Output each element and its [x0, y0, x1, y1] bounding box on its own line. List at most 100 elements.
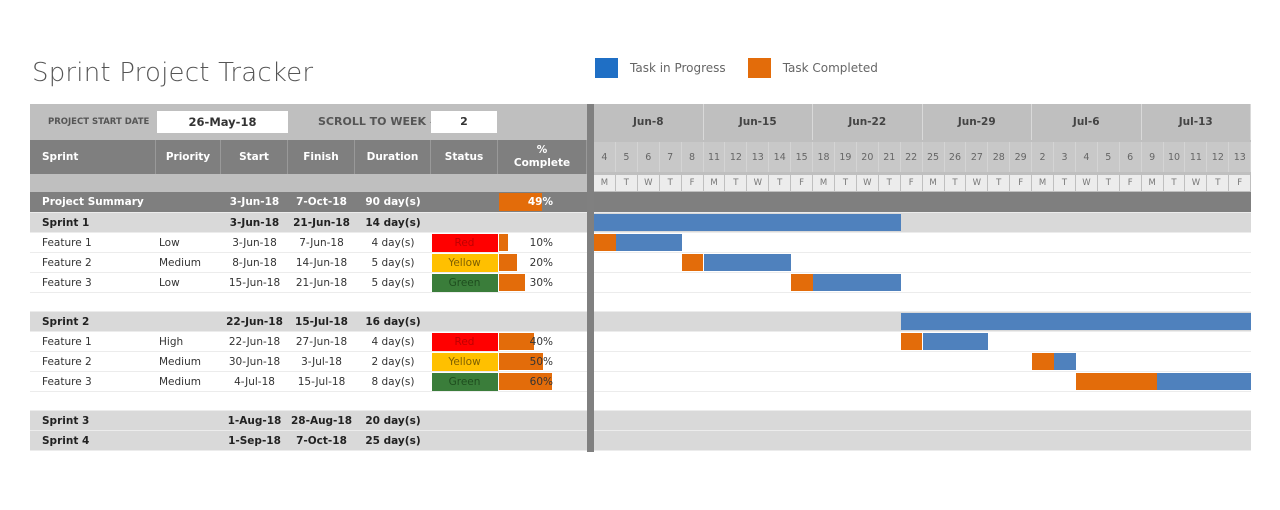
cell-duration: 14 day(s)	[365, 216, 421, 229]
gantt-bar-completed[interactable]	[681, 254, 704, 271]
day-number: 4	[594, 142, 616, 172]
gantt-bar-in-progress[interactable]	[1156, 373, 1251, 390]
day-number: 15	[791, 142, 814, 172]
feat-row[interactable]: Feature 3 Low 15-Jun-18 21-Jun-18 5 day(s) Gr…	[30, 273, 587, 293]
gantt-row	[594, 352, 1251, 372]
pane-divider[interactable]	[587, 104, 594, 452]
gantt-bar-in-progress[interactable]	[922, 333, 989, 350]
day-number: 5	[615, 142, 638, 172]
header-status: Status	[431, 140, 498, 174]
cell-duration: 20 day(s)	[365, 414, 421, 427]
week-header: Jun-8 Jun-15 Jun-22 Jun-29 Jul-6 Jul-13	[594, 104, 1251, 140]
cell-duration: 5 day(s)	[371, 276, 415, 289]
cell-status: Green	[431, 273, 498, 292]
weekday-letter: W	[637, 175, 660, 191]
sprint-row[interactable]: Sprint 4 1-Sep-18 7-Oct-18 25 day(s)	[30, 431, 587, 451]
cell-priority: Low	[159, 276, 180, 289]
pct-complete-value: 10%	[529, 236, 553, 249]
cell-status: Red	[431, 233, 498, 252]
sprint-row[interactable]: Sprint 3 1-Aug-18 28-Aug-18 20 day(s)	[30, 411, 587, 431]
gantt-bar-in-progress[interactable]	[615, 234, 682, 251]
gantt-body	[594, 192, 1251, 451]
cell-duration: 5 day(s)	[371, 256, 415, 269]
status-badge-red[interactable]: Red	[431, 233, 498, 252]
gantt-bar-in-progress[interactable]	[813, 274, 901, 291]
header-duration: Duration	[355, 140, 431, 174]
day-number: 12	[725, 142, 748, 172]
day-number: 4	[1075, 142, 1098, 172]
day-number: 10	[1163, 142, 1186, 172]
cell-status	[431, 411, 498, 430]
sprint-row[interactable]: Sprint 1 3-Jun-18 21-Jun-18 14 day(s)	[30, 213, 587, 233]
gantt-bar-in-progress[interactable]	[594, 214, 901, 231]
day-number: 7	[659, 142, 682, 172]
cell-priority	[156, 312, 221, 331]
cell-sprint: Project Summary	[42, 196, 144, 208]
cell-status: Yellow	[431, 352, 498, 371]
weekday-letter: M	[594, 175, 616, 191]
header-spacer	[30, 174, 587, 192]
legend-label: Task in Progress	[630, 61, 726, 75]
day-number: 21	[878, 142, 901, 172]
weekday-letter: M	[813, 175, 835, 191]
gantt-row	[594, 233, 1251, 253]
cell-sprint: Feature 1	[42, 335, 92, 348]
weekday-letter: T	[615, 175, 638, 191]
page-title: Sprint Project Tracker	[32, 58, 314, 88]
gantt-bar-in-progress[interactable]	[1053, 353, 1076, 370]
cell-finish: 28-Aug-18	[290, 414, 353, 427]
day-number: 13	[1229, 142, 1252, 172]
gantt-bar-completed[interactable]	[1075, 373, 1157, 390]
header-start: Start	[221, 140, 288, 174]
day-number: 12	[1207, 142, 1230, 172]
gantt-bar-in-progress[interactable]	[900, 313, 1251, 330]
cell-priority	[156, 411, 221, 430]
cell-finish: 14-Jun-18	[295, 256, 348, 269]
cell-pct-complete	[498, 213, 587, 232]
task-table: PROJECT START DATE 26-May-18 SCROLL TO W…	[30, 104, 587, 451]
day-number: 29	[1010, 142, 1033, 172]
gantt-bar-in-progress[interactable]	[703, 254, 792, 271]
status-badge-green[interactable]: Green	[431, 372, 498, 391]
status-badge-red[interactable]: Red	[431, 332, 498, 351]
status-badge-yellow[interactable]: Yellow	[431, 253, 498, 272]
feat-row[interactable]: Feature 1 High 22-Jun-18 27-Jun-18 4 day(s) R…	[30, 332, 587, 352]
gantt-bar-completed[interactable]	[594, 234, 616, 251]
weekday-letter: W	[1075, 175, 1098, 191]
cell-pct-complete: 49%	[498, 192, 587, 212]
sprint-row[interactable]: Sprint 2 22-Jun-18 15-Jul-18 16 day(s)	[30, 312, 587, 332]
blank-row	[30, 392, 587, 411]
cell-finish: 15-Jul-18	[297, 375, 346, 388]
weekday-letter: W	[856, 175, 879, 191]
gantt-bar-completed[interactable]	[1032, 353, 1054, 370]
day-number: 28	[988, 142, 1011, 172]
day-number: 9	[1141, 142, 1164, 172]
feat-row[interactable]: Feature 1 Low 3-Jun-18 7-Jun-18 4 day(s) Red 1…	[30, 233, 587, 253]
feat-row[interactable]: Feature 2 Medium 30-Jun-18 3-Jul-18 2 day(s)…	[30, 352, 587, 372]
weekday-letter: T	[1207, 175, 1230, 191]
header-pct-line2: Complete	[513, 157, 571, 169]
gantt-bar-completed[interactable]	[900, 333, 923, 350]
gantt-bar-completed[interactable]	[791, 274, 813, 291]
pct-complete-value: 50%	[529, 355, 553, 368]
scroll-to-week-input[interactable]: 2	[431, 111, 497, 133]
project-start-date-input[interactable]: 26-May-18	[157, 111, 288, 133]
cell-sprint: Sprint 2	[42, 315, 90, 328]
cell-pct-complete	[498, 312, 587, 331]
in-progress-swatch-icon	[595, 58, 618, 78]
status-badge-green[interactable]: Green	[431, 273, 498, 292]
cell-start: 4-Jul-18	[234, 375, 275, 388]
gantt-row	[594, 192, 1251, 213]
cell-priority	[156, 192, 221, 212]
legend-item-completed: Task Completed	[747, 58, 878, 78]
completed-swatch-icon	[747, 58, 771, 78]
cell-sprint: Feature 3	[42, 276, 92, 289]
cell-status: Green	[431, 372, 498, 391]
controls-bar: PROJECT START DATE 26-May-18 SCROLL TO W…	[30, 104, 587, 140]
weekday-letter: W	[1185, 175, 1208, 191]
summary-row[interactable]: Project Summary 3-Jun-18 7-Oct-18 90 day(s)…	[30, 192, 587, 213]
feat-row[interactable]: Feature 3 Medium 4-Jul-18 15-Jul-18 8 day(s)…	[30, 372, 587, 392]
cell-status: Yellow	[431, 253, 498, 272]
feat-row[interactable]: Feature 2 Medium 8-Jun-18 14-Jun-18 5 day(s)…	[30, 253, 587, 273]
status-badge-yellow[interactable]: Yellow	[431, 352, 498, 371]
